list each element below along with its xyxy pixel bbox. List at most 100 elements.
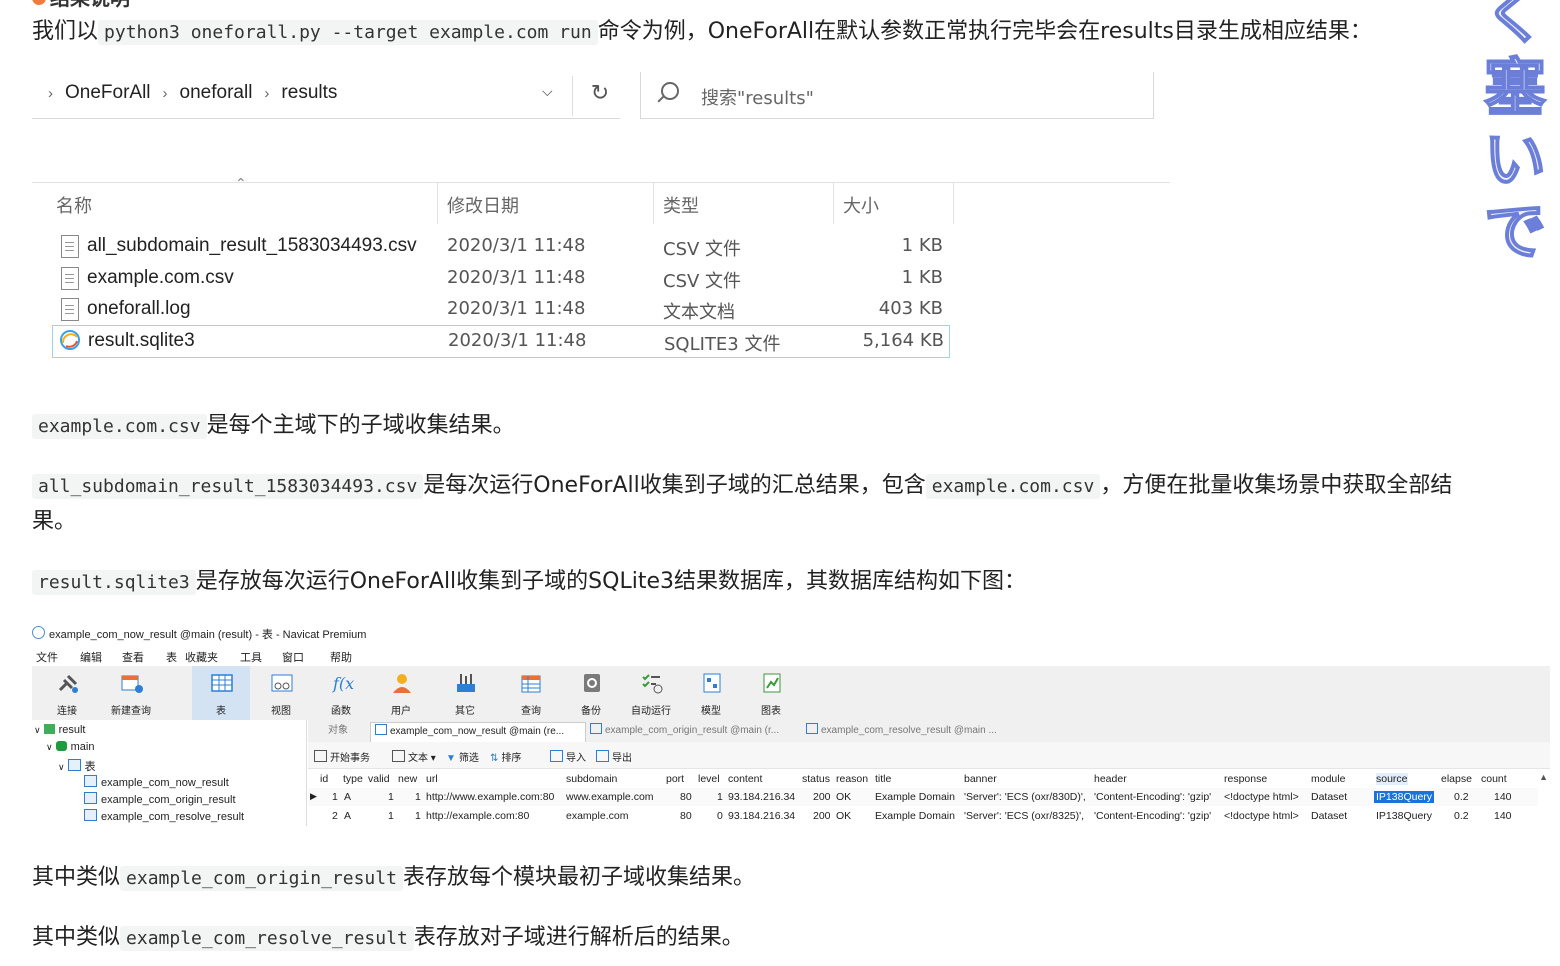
grid-column-header[interactable]: type (343, 773, 363, 785)
grid-cell[interactable]: A (344, 810, 351, 822)
grid-cell[interactable]: Dataset (1311, 791, 1347, 803)
grid-cell[interactable]: Dataset (1311, 810, 1347, 822)
menu-help[interactable]: 帮助 (330, 649, 352, 665)
scroll-up-icon[interactable]: ▲ (1539, 772, 1548, 782)
grid-cell[interactable]: 2 (332, 810, 338, 822)
grid-cell[interactable]: 1 (717, 791, 723, 803)
address-bar[interactable]: › OneForAll › oneforall › results ⌵ ↻ (32, 72, 620, 119)
grid-cell[interactable]: 80 (680, 791, 692, 803)
grid-cell[interactable]: 1 (332, 791, 338, 803)
grid-cell[interactable]: OK (836, 791, 851, 803)
grid-column-header[interactable]: subdomain (566, 773, 617, 785)
breadcrumb-item-oneforall-sub[interactable]: oneforall (180, 82, 253, 103)
grid-column-header[interactable]: count (1481, 773, 1507, 785)
grid-cell[interactable]: 1 (388, 791, 394, 803)
grid-column-header[interactable]: valid (368, 773, 390, 785)
grid-cell[interactable]: Example Domain (875, 791, 955, 803)
user-button[interactable]: 用户 (372, 666, 430, 720)
grid-column-header[interactable]: content (728, 773, 762, 785)
table-button[interactable]: 表 (192, 666, 250, 720)
text-button[interactable]: 文本 ▾ (392, 749, 436, 764)
grid-column-header[interactable]: url (426, 773, 438, 785)
grid-cell[interactable]: 140 (1494, 791, 1512, 803)
grid-column-header[interactable]: level (698, 773, 720, 785)
export-button[interactable]: 导出 (596, 749, 632, 764)
sort-button[interactable]: ⇅ 排序 (490, 749, 521, 764)
grid-cell[interactable]: 0.2 (1454, 791, 1469, 803)
grid-column-header[interactable]: port (666, 773, 684, 785)
menu-window[interactable]: 窗口 (282, 649, 304, 665)
menu-favorites[interactable]: 收藏夹 (185, 649, 218, 665)
grid-cell[interactable]: 'Server': 'ECS (oxr/8325)', (964, 810, 1084, 822)
filter-button[interactable]: ▼ 筛选 (446, 749, 479, 764)
menu-table[interactable]: 表 (166, 649, 177, 665)
breadcrumb-item-oneforall[interactable]: OneForAll (65, 82, 151, 103)
connect-button[interactable]: 连接 (38, 666, 96, 720)
backup-button[interactable]: 备份 (562, 666, 620, 720)
menu-view[interactable]: 查看 (122, 649, 144, 665)
tab-resolve-result[interactable]: example_com_resolve_result @main ... (802, 722, 1024, 742)
refresh-icon[interactable]: ↻ (584, 78, 616, 110)
grid-cell[interactable]: 93.184.216.34 (728, 810, 795, 822)
column-header-name[interactable]: 名称 (56, 192, 92, 218)
grid-column-header[interactable]: title (875, 773, 891, 785)
grid-column-header[interactable]: banner (964, 773, 997, 785)
view-button[interactable]: 视图 (252, 666, 310, 720)
grid-column-header[interactable]: source (1376, 773, 1408, 785)
tab-objects[interactable]: 对象 (324, 722, 352, 742)
grid-cell[interactable]: 93.184.216.34 (728, 791, 795, 803)
model-button[interactable]: 模型 (682, 666, 740, 720)
menu-file[interactable]: 文件 (36, 649, 58, 665)
grid-cell[interactable]: OK (836, 810, 851, 822)
grid-cell[interactable]: example.com (566, 810, 628, 822)
query-button[interactable]: 查询 (502, 666, 560, 720)
grid-cell[interactable]: 1 (388, 810, 394, 822)
grid-column-header[interactable]: header (1094, 773, 1127, 785)
grid-column-header[interactable]: module (1311, 773, 1345, 785)
tree-connection[interactable]: ∨ result (34, 724, 86, 736)
grid-cell[interactable]: 140 (1494, 810, 1512, 822)
grid-cell[interactable]: 1 (415, 791, 421, 803)
grid-cell[interactable]: IP138Query (1376, 810, 1432, 822)
tab-origin-result[interactable]: example_com_origin_result @main (r... (586, 722, 804, 742)
column-header-type[interactable]: 类型 (663, 192, 699, 218)
grid-cell[interactable]: 'Content-Encoding': 'gzip' (1094, 810, 1211, 822)
grid-cell[interactable]: 200 (813, 791, 831, 803)
tree-table-item[interactable]: example_com_now_result (84, 775, 229, 789)
grid-cell[interactable]: 200 (813, 810, 831, 822)
automation-button[interactable]: 自动运行 (622, 666, 680, 720)
table-row[interactable]: ▶ 1 A 1 1 http://www.example.com:80 www.… (308, 788, 1538, 806)
grid-column-header[interactable]: elapse (1441, 773, 1472, 785)
grid-cell[interactable]: www.example.com (566, 791, 654, 803)
grid-column-header[interactable]: status (802, 773, 830, 785)
grid-cell[interactable]: 0 (717, 810, 723, 822)
grid-cell[interactable]: http://example.com:80 (426, 810, 529, 822)
new-query-button[interactable]: 新建查询 (102, 666, 160, 720)
grid-cell[interactable]: 1 (415, 810, 421, 822)
file-row[interactable]: example.com.csv 2020/3/1 11:48 CSV 文件 1 … (52, 263, 948, 294)
menu-edit[interactable]: 编辑 (80, 649, 102, 665)
column-header-size[interactable]: 大小 (843, 192, 879, 218)
import-button[interactable]: 导入 (550, 749, 586, 764)
breadcrumb-item-results[interactable]: results (281, 82, 337, 103)
tab-now-result[interactable]: example_com_now_result @main (re... (370, 722, 586, 743)
grid-cell[interactable]: A (344, 791, 351, 803)
chevron-down-icon[interactable]: ⌵ (542, 84, 553, 100)
grid-column-header[interactable]: reason (836, 773, 868, 785)
tree-table-item[interactable]: example_com_origin_result (84, 792, 236, 806)
menu-tools[interactable]: 工具 (240, 649, 262, 665)
grid-cell[interactable]: Example Domain (875, 810, 955, 822)
tree-database[interactable]: ∨ main (46, 741, 94, 753)
grid-cell[interactable]: 80 (680, 810, 692, 822)
grid-column-header[interactable]: response (1224, 773, 1267, 785)
file-row[interactable]: oneforall.log 2020/3/1 11:48 文本文档 403 KB (52, 294, 948, 325)
function-button[interactable]: f(x) 函数 (312, 666, 370, 720)
grid-cell[interactable]: http://www.example.com:80 (426, 791, 554, 803)
file-row-selected[interactable]: result.sqlite3 2020/3/1 11:48 SQLITE3 文件… (52, 325, 950, 358)
search-box[interactable]: 搜索"results" (640, 72, 1154, 119)
tree-table-item[interactable]: example_com_resolve_result (84, 809, 244, 823)
grid-cell-selected[interactable]: IP138Query (1374, 791, 1435, 803)
grid-column-header[interactable]: id (320, 773, 328, 785)
grid-cell[interactable]: 'Server': 'ECS (oxr/830D)', (964, 791, 1086, 803)
grid-cell[interactable]: <!doctype html> (1224, 791, 1299, 803)
